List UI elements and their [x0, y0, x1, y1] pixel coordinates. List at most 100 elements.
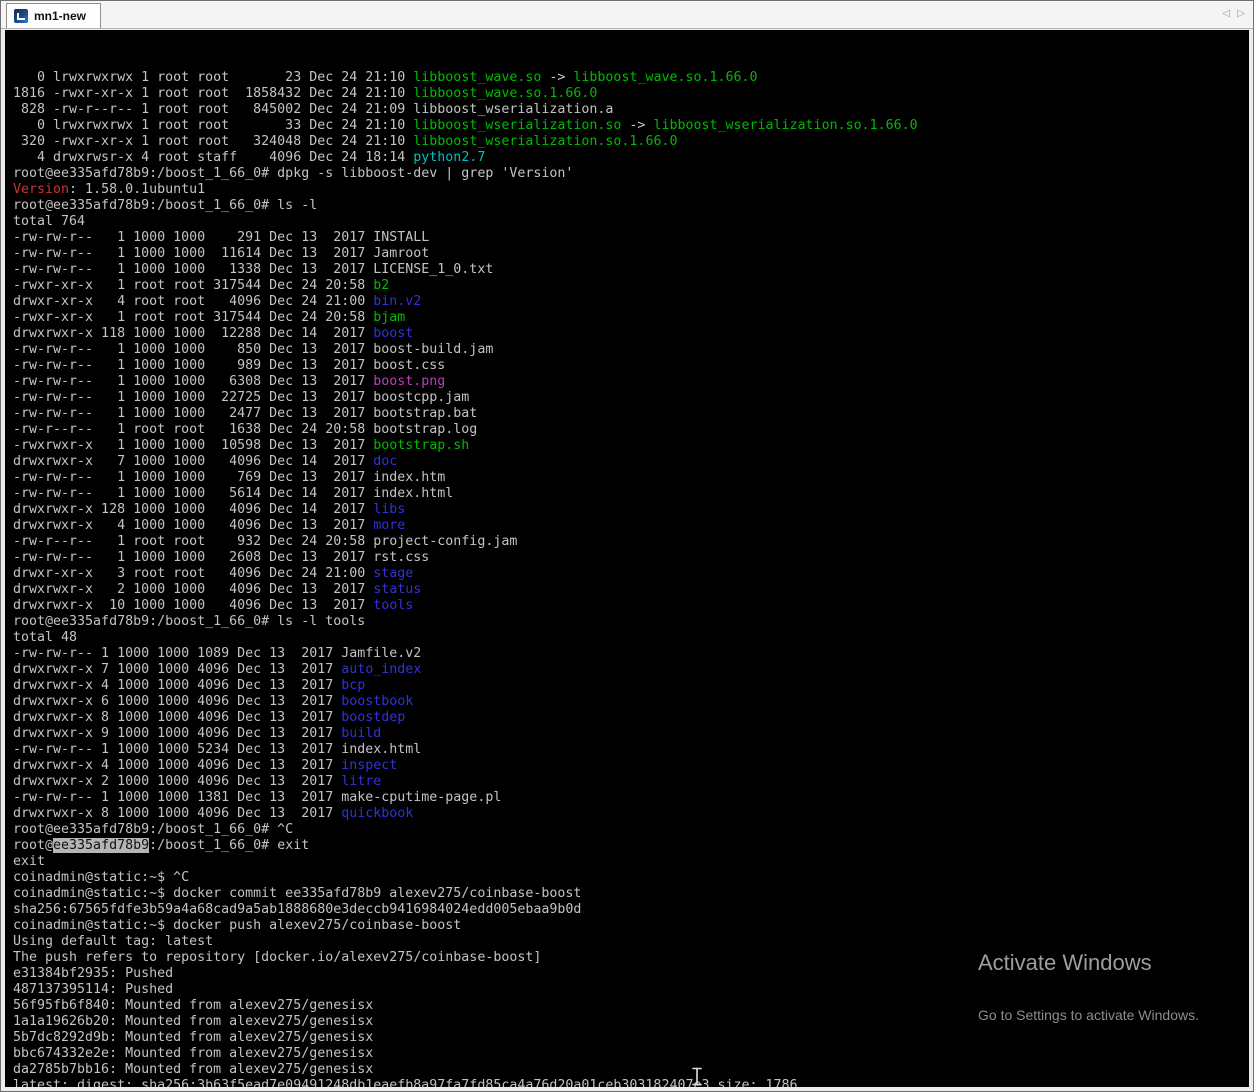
terminal-line: drwxrwxr-x 118 1000 1000 12288 Dec 14 20… [13, 326, 1249, 342]
terminal-text: b2 [373, 278, 390, 293]
terminal-line: -rw-rw-r-- 1 1000 1000 5614 Dec 14 2017 … [13, 486, 1249, 502]
terminal-text: -rw-rw-r-- 1 1000 1000 769 Dec 13 2017 i… [13, 470, 446, 485]
terminal-text: root@ee335afd78b9:/boost_1_66_0# ^C [13, 822, 294, 837]
terminal-output: 0 lrwxrwxrwx 1 root root 23 Dec 24 21:10… [13, 70, 1249, 1087]
terminal-line: total 48 [13, 630, 1249, 646]
terminal-text: coinadmin@static:~$ ^C [13, 870, 190, 885]
terminal-text: total 48 [13, 630, 78, 645]
terminal-text: drwxrwxr-x 10 1000 1000 4096 Dec 13 2017 [13, 598, 374, 613]
terminal-line: -rw-rw-r-- 1 1000 1000 850 Dec 13 2017 b… [13, 342, 1249, 358]
terminal-text: -rwxr-xr-x 1 root root 317544 Dec 24 20:… [13, 278, 374, 293]
terminal-text: drwxrwxr-x 7 1000 1000 4096 Dec 14 2017 [13, 454, 374, 469]
terminal-line: -rw-rw-r-- 1 1000 1000 2608 Dec 13 2017 … [13, 550, 1249, 566]
terminal-text: 320 -rwxr-xr-x 1 root root 324048 Dec 24… [13, 134, 414, 149]
terminal-line: 56f95fb6f840: Mounted from alexev275/gen… [13, 998, 1249, 1014]
terminal-text: bbc674332e2e: Mounted from alexev275/gen… [13, 1046, 374, 1061]
terminal-text: libboost_wave.so.1.66.0 [573, 70, 758, 85]
terminal-line: drwxrwxr-x 7 1000 1000 4096 Dec 14 2017 … [13, 454, 1249, 470]
terminal-text: 0 lrwxrwxrwx 1 root root 33 Dec 24 21:10 [13, 118, 414, 133]
terminal-line: 0 lrwxrwxrwx 1 root root 23 Dec 24 21:10… [13, 70, 1249, 86]
terminal-line: 4 drwxrwsr-x 4 root staff 4096 Dec 24 18… [13, 150, 1249, 166]
terminal-text: -rw-rw-r-- 1 1000 1000 11614 Dec 13 2017… [13, 246, 430, 261]
terminal-text: -rw-rw-r-- 1 1000 1000 850 Dec 13 2017 b… [13, 342, 494, 357]
terminal-text: drwxrwxr-x 8 1000 1000 4096 Dec 13 2017 [13, 710, 342, 725]
terminal-line: drwxrwxr-x 4 1000 1000 4096 Dec 13 2017 … [13, 518, 1249, 534]
terminal-line: -rwxr-xr-x 1 root root 317544 Dec 24 20:… [13, 278, 1249, 294]
terminal-line: Using default tag: latest [13, 934, 1249, 950]
tab-mn1-new[interactable]: mn1-new [6, 3, 102, 28]
terminal-text: drwxr-xr-x 3 root root 4096 Dec 24 21:00 [13, 566, 374, 581]
terminal-line: coinadmin@static:~$ docker commit ee335a… [13, 886, 1249, 902]
terminal-line: drwxrwxr-x 7 1000 1000 4096 Dec 13 2017 … [13, 662, 1249, 678]
terminal-text: bjam [373, 310, 406, 325]
terminal-line: 828 -rw-r--r-- 1 root root 845002 Dec 24… [13, 102, 1249, 118]
terminal-text: total 764 [13, 214, 86, 229]
terminal-line: -rw-rw-r-- 1 1000 1000 6308 Dec 13 2017 … [13, 374, 1249, 390]
terminal-line: exit [13, 854, 1249, 870]
tab-title: mn1-new [34, 9, 87, 23]
terminal-line: drwxrwxr-x 128 1000 1000 4096 Dec 14 201… [13, 502, 1249, 518]
terminal-text: drwxrwxr-x 9 1000 1000 4096 Dec 13 2017 [13, 726, 342, 741]
terminal-text: exit [13, 854, 46, 869]
terminal-line: -rwxrwxr-x 1 1000 1000 10598 Dec 13 2017… [13, 438, 1249, 454]
terminal-line: drwxrwxr-x 4 1000 1000 4096 Dec 13 2017 … [13, 678, 1249, 694]
terminal-text: root@ [13, 838, 54, 853]
terminal-text: 4 drwxrwsr-x 4 root staff 4096 Dec 24 18… [13, 150, 414, 165]
terminal-text: sha256:67565fdfe3b59a4a68cad9a5ab1888680… [13, 902, 582, 917]
terminal-text: root@ee335afd78b9:/boost_1_66_0# dpkg -s… [13, 166, 574, 181]
terminal-text: -rw-rw-r-- 1 1000 1000 6308 Dec 13 2017 [13, 374, 374, 389]
terminal-line: -rw-rw-r-- 1 1000 1000 11614 Dec 13 2017… [13, 246, 1249, 262]
terminal-app-icon [14, 9, 28, 23]
terminal-text: -rw-rw-r-- 1 1000 1000 1381 Dec 13 2017 … [13, 790, 502, 805]
terminal-text: 487137395114: Pushed [13, 982, 174, 997]
terminal-text: quickbook [341, 806, 414, 821]
titlebar: mn1-new ◁ ▷ [1, 1, 1253, 29]
terminal-line: root@ee335afd78b9:/boost_1_66_0# exit [13, 838, 1249, 854]
terminal-line: coinadmin@static:~$ ^C [13, 870, 1249, 886]
terminal-text: drwxrwxr-x 118 1000 1000 12288 Dec 14 20… [13, 326, 374, 341]
terminal-line: drwxr-xr-x 3 root root 4096 Dec 24 21:00… [13, 566, 1249, 582]
tab-scroll-right-icon[interactable]: ▷ [1235, 8, 1247, 19]
terminal-text: 5b7dc8292d9b: Mounted from alexev275/gen… [13, 1030, 374, 1045]
terminal-text: latest: digest: sha256:3b63f5ead7e094912… [13, 1078, 798, 1087]
terminal-text: drwxrwxr-x 4 1000 1000 4096 Dec 13 2017 [13, 518, 374, 533]
terminal-text: bootstrap.sh [373, 438, 470, 453]
terminal-text: libboost_wserialization.so [413, 118, 622, 133]
terminal-text: 56f95fb6f840: Mounted from alexev275/gen… [13, 998, 374, 1013]
terminal-text: build [341, 726, 382, 741]
terminal-text: 828 -rw-r--r-- 1 root root 845002 Dec 24… [13, 102, 614, 117]
terminal-text: -rw-r--r-- 1 root root 932 Dec 24 20:58 … [13, 534, 518, 549]
tab-scroll-left-icon[interactable]: ◁ [1220, 8, 1232, 19]
terminal-text: -rw-rw-r-- 1 1000 1000 22725 Dec 13 2017… [13, 390, 470, 405]
terminal-line: drwxrwxr-x 6 1000 1000 4096 Dec 13 2017 … [13, 694, 1249, 710]
terminal-text: drwxrwxr-x 2 1000 1000 4096 Dec 13 2017 [13, 582, 374, 597]
terminal-line: 487137395114: Pushed [13, 982, 1249, 998]
terminal-text: root@ee335afd78b9:/boost_1_66_0# ls -l t… [13, 614, 366, 629]
terminal-line: drwxr-xr-x 4 root root 4096 Dec 24 21:00… [13, 294, 1249, 310]
terminal-text: inspect [341, 758, 398, 773]
terminal-line: -rw-rw-r-- 1 1000 1000 1338 Dec 13 2017 … [13, 262, 1249, 278]
terminal-text: e31384bf2935: Pushed [13, 966, 174, 981]
terminal-line: drwxrwxr-x 2 1000 1000 4096 Dec 13 2017 … [13, 774, 1249, 790]
terminal-line: -rw-r--r-- 1 root root 1638 Dec 24 20:58… [13, 422, 1249, 438]
terminal-line: coinadmin@static:~$ docker push alexev27… [13, 918, 1249, 934]
terminal-text: libboost_wave.so [413, 70, 542, 85]
terminal-line: bbc674332e2e: Mounted from alexev275/gen… [13, 1046, 1249, 1062]
terminal-text: -> [541, 70, 574, 85]
terminal-text: root@ee335afd78b9:/boost_1_66_0# ls -l [13, 198, 318, 213]
terminal-line: -rw-rw-r-- 1 1000 1000 22725 Dec 13 2017… [13, 390, 1249, 406]
terminal-text: libs [373, 502, 406, 517]
terminal-text: boostdep [341, 710, 406, 725]
terminal-text: drwxrwxr-x 8 1000 1000 4096 Dec 13 2017 [13, 806, 342, 821]
terminal-line: -rw-rw-r-- 1 1000 1000 5234 Dec 13 2017 … [13, 742, 1249, 758]
terminal-text: libboost_wserialization.so.1.66.0 [413, 134, 678, 149]
terminal-text: boostbook [341, 694, 414, 709]
terminal-line: -rw-r--r-- 1 root root 932 Dec 24 20:58 … [13, 534, 1249, 550]
terminal-text: -rw-rw-r-- 1 1000 1000 5614 Dec 14 2017 … [13, 486, 454, 501]
terminal-text: drwxrwxr-x 4 1000 1000 4096 Dec 13 2017 [13, 758, 342, 773]
terminal-screen[interactable]: 0 lrwxrwxrwx 1 root root 23 Dec 24 21:10… [5, 30, 1249, 1087]
selected-text: ee335afd78b9 [53, 838, 150, 853]
terminal-text: -> [621, 118, 654, 133]
terminal-text: drwxr-xr-x 4 root root 4096 Dec 24 21:00 [13, 294, 374, 309]
terminal-text: -rwxrwxr-x 1 1000 1000 10598 Dec 13 2017 [13, 438, 374, 453]
